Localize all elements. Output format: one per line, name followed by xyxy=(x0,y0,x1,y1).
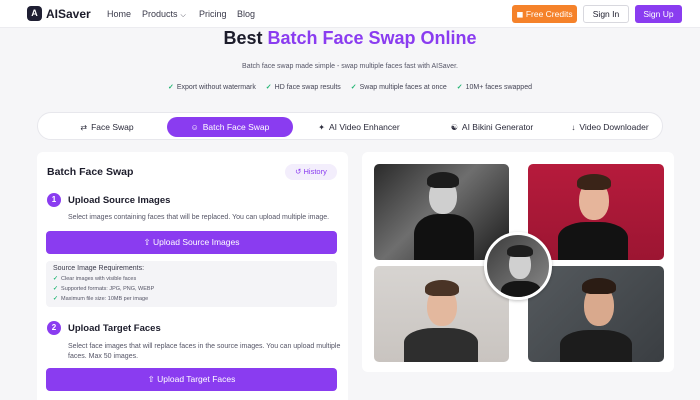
figure-hair xyxy=(582,278,616,294)
sparkle-icon: ✦ xyxy=(318,123,325,132)
page-title-accent: Batch Face Swap Online xyxy=(267,28,477,48)
feature-label: Export without watermark xyxy=(176,84,256,91)
brand-name[interactable]: AISaver xyxy=(46,7,91,21)
requirements-title: Source Image Requirements: xyxy=(53,265,145,272)
feature-item: ✓ HD face swap results xyxy=(266,83,341,91)
check-icon: ✓ xyxy=(167,84,174,91)
download-icon: ↓ xyxy=(571,123,576,132)
page-title-plain: Best xyxy=(223,28,268,48)
panel-title: Batch Face Swap xyxy=(47,166,134,178)
tab-ai-bikini-generator[interactable]: ☯ AI Bikini Generator xyxy=(430,117,554,137)
step-number: 2 xyxy=(47,321,61,335)
feature-label: Swap multiple faces at once xyxy=(359,84,447,91)
example-collage xyxy=(362,152,674,372)
feature-item: ✓ Swap multiple faces at once xyxy=(351,83,447,91)
upload-source-images-button[interactable]: ⇧ Upload Source Images xyxy=(46,231,337,254)
feature-item: ✓ Export without watermark xyxy=(168,83,256,91)
tool-tabs: ⇄ Face Swap ☺ Batch Face Swap ✦ AI Video En… xyxy=(37,112,663,140)
tab-batch-face-swap[interactable]: ☺ Batch Face Swap xyxy=(167,117,293,137)
free-credits-button[interactable]: ◼ Free Credits xyxy=(512,5,577,23)
step-title: Upload Target Faces xyxy=(68,323,161,334)
batch-face-swap-panel: Batch Face Swap ↺ History 1 Upload Sourc… xyxy=(37,152,348,400)
history-button[interactable]: ↺ History xyxy=(285,164,337,180)
step-number: 1 xyxy=(47,193,61,207)
step-description: Select images containing faces that will… xyxy=(68,214,330,221)
sign-in-button[interactable]: Sign In xyxy=(583,5,629,23)
gift-icon: ◼ xyxy=(516,9,524,19)
requirement-item: ✓ Supported formats: JPG, PNG, WEBP xyxy=(53,285,154,292)
tab-video-downloader[interactable]: ↓ Video Downloader xyxy=(560,117,660,137)
feature-label: HD face swap results xyxy=(274,84,341,91)
nav-home[interactable]: Home xyxy=(107,9,131,19)
upload-label: Upload Target Faces xyxy=(157,374,236,384)
requirement-label: Supported formats: JPG, PNG, WEBP xyxy=(61,286,155,292)
figure-hair xyxy=(507,245,533,257)
step-title: Upload Source Images xyxy=(68,195,171,206)
requirements-box: Source Image Requirements: ✓ Clear images… xyxy=(46,261,337,307)
tab-label: Batch Face Swap xyxy=(202,122,270,132)
bikini-icon: ☯ xyxy=(450,123,458,132)
history-icon: ↺ xyxy=(295,167,302,176)
tab-ai-video-enhancer[interactable]: ✦ AI Video Enhancer xyxy=(301,117,417,137)
upload-label: Upload Source Images xyxy=(153,237,240,247)
nav-pricing[interactable]: Pricing xyxy=(199,9,227,19)
shuffle-icon: ⇄ xyxy=(80,123,88,132)
users-icon: ☺ xyxy=(190,123,199,132)
upload-icon: ⇧ xyxy=(143,237,151,247)
upload-target-faces-button[interactable]: ⇧ Upload Target Faces xyxy=(46,368,337,391)
check-icon: ✓ xyxy=(53,276,59,282)
swapped-face-preview xyxy=(484,232,552,300)
figure-hair xyxy=(427,172,459,188)
figure-body xyxy=(560,330,632,362)
check-icon: ✓ xyxy=(350,84,357,91)
feature-item: ✓ 10M+ faces swapped xyxy=(457,83,532,91)
check-icon: ✓ xyxy=(53,286,59,292)
tab-label: AI Bikini Generator xyxy=(461,122,534,132)
sign-up-button[interactable]: Sign Up xyxy=(635,5,682,23)
top-nav: A AISaver Home Products ⌵ Pricing Blog ◼ … xyxy=(0,0,700,28)
nav-blog[interactable]: Blog xyxy=(237,9,255,19)
tab-label: Face Swap xyxy=(91,122,134,132)
step-description: Select face images that will replace fac… xyxy=(68,343,341,360)
figure-body xyxy=(414,214,474,260)
requirement-label: Maximum file size: 10MB per image xyxy=(61,296,149,302)
requirement-item: ✓ Maximum file size: 10MB per image xyxy=(53,295,148,302)
figure-hair xyxy=(425,280,459,296)
example-photo-red xyxy=(528,164,664,260)
tab-label: AI Video Enhancer xyxy=(328,122,400,132)
check-icon: ✓ xyxy=(265,84,272,91)
figure-body xyxy=(558,222,628,260)
feature-list: ✓ Export without watermark ✓ HD face swap … xyxy=(0,83,700,91)
figure-hair xyxy=(577,174,611,190)
chevron-down-icon: ⌵ xyxy=(180,12,186,19)
requirement-label: Clear images with visible faces xyxy=(61,276,137,282)
history-label: History xyxy=(303,167,327,176)
example-photo-bw xyxy=(374,164,509,260)
feature-label: 10M+ faces swapped xyxy=(465,84,532,91)
page-subtitle: Batch face swap made simple - swap multi… xyxy=(242,63,458,70)
tab-label: Video Downloader xyxy=(579,122,649,132)
check-icon: ✓ xyxy=(456,84,463,91)
nav-products[interactable]: Products ⌵ xyxy=(142,9,186,20)
logo-icon[interactable]: A xyxy=(27,6,42,21)
nav-products-label: Products xyxy=(142,9,178,19)
check-icon: ✓ xyxy=(53,296,59,302)
requirement-item: ✓ Clear images with visible faces xyxy=(53,275,136,282)
tab-face-swap[interactable]: ⇄ Face Swap xyxy=(52,117,162,137)
upload-icon: ⇧ xyxy=(147,374,155,384)
figure-body xyxy=(404,328,478,362)
page-title: Best Batch Face Swap Online xyxy=(0,28,700,49)
free-credits-label: Free Credits xyxy=(525,9,573,19)
